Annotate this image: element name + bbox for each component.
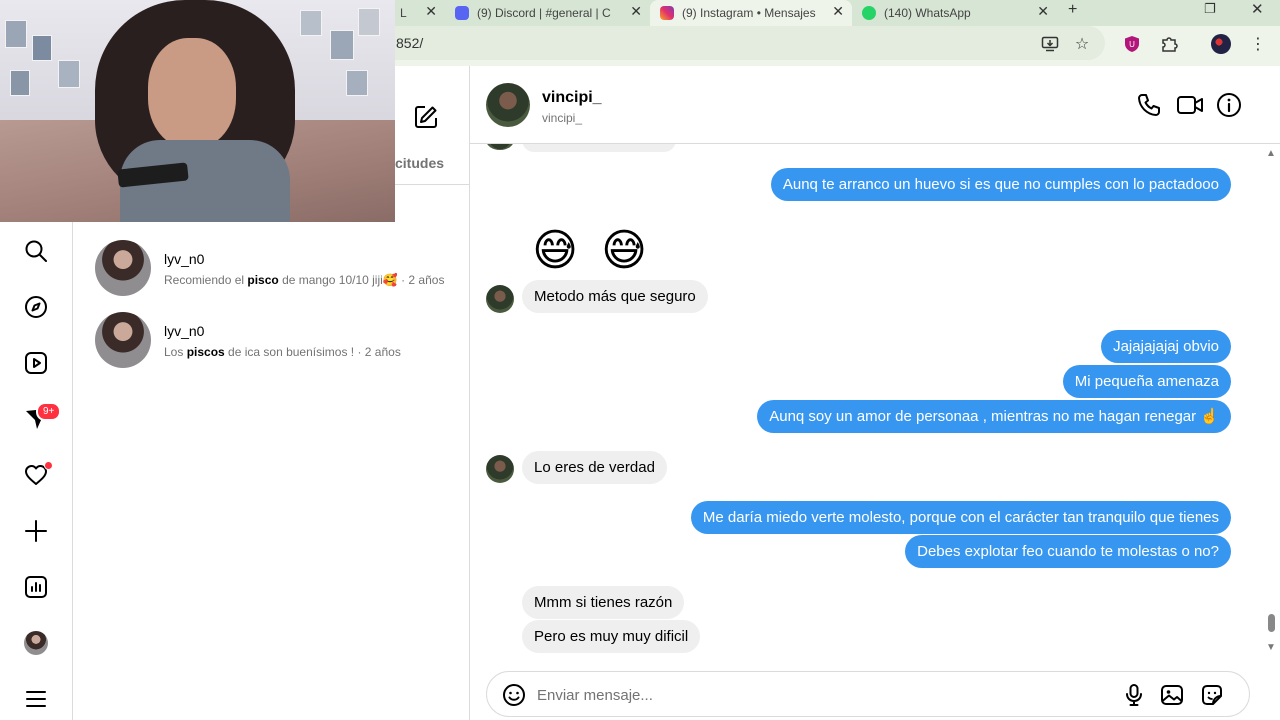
install-app-icon[interactable] <box>1040 34 1060 54</box>
discord-icon <box>455 6 469 20</box>
extensions-puzzle-icon[interactable] <box>1159 34 1179 54</box>
browser-tab-whatsapp[interactable]: (140) WhatsApp ✕ <box>852 0 1057 26</box>
restore-window-icon[interactable]: ❐ <box>1204 1 1216 17</box>
tab-title: (9) Instagram • Mensajes <box>682 6 816 20</box>
url-text[interactable]: 852/ <box>396 35 423 51</box>
new-message-compose-icon[interactable] <box>413 104 439 135</box>
conversation-item[interactable]: lyv_n0 Los piscos de ica son buenísimos … <box>73 312 470 384</box>
scroll-down-arrow-icon[interactable]: ▼ <box>1266 642 1276 653</box>
instagram-icon <box>660 6 674 20</box>
whatsapp-icon <box>862 6 876 20</box>
conversation-preview: Los piscos de ica son buenísimos ! · 2 a… <box>164 345 401 359</box>
wall-photo <box>10 70 30 96</box>
close-icon[interactable]: ✕ <box>425 3 437 20</box>
wall-photo <box>32 35 52 61</box>
menu-hamburger-icon[interactable] <box>18 681 54 717</box>
conversation-info-icon[interactable] <box>1216 92 1242 118</box>
new-tab-icon[interactable]: + <box>1068 1 1077 19</box>
chat-contact-username: vincipi_ <box>542 111 583 125</box>
bookmark-star-icon[interactable]: ☆ <box>1072 34 1092 54</box>
profile-avatar[interactable] <box>18 625 54 661</box>
close-icon[interactable]: ✕ <box>1037 3 1049 20</box>
chat-avatar[interactable] <box>486 83 530 127</box>
message-bubble-incoming[interactable]: Lo eres de verdad <box>522 451 667 484</box>
microphone-icon[interactable] <box>1122 683 1146 707</box>
message-bubble-outgoing[interactable]: Debes explotar feo cuando te molestas o … <box>905 535 1231 568</box>
message-composer <box>486 671 1250 717</box>
close-icon[interactable]: ✕ <box>832 3 844 20</box>
message-bubble-outgoing[interactable]: Aunq te arranco un huevo si es que no cu… <box>770 168 1231 201</box>
webcam-overlay <box>0 0 395 222</box>
emoji-reaction[interactable]: 😅 <box>597 224 651 278</box>
dashboard-icon[interactable] <box>18 569 54 605</box>
video-call-icon[interactable] <box>1176 92 1203 118</box>
tab-title: L <box>400 6 407 20</box>
reels-icon[interactable] <box>18 345 54 381</box>
message-bubble-outgoing[interactable]: Jajajajajaj obvio <box>1101 330 1231 363</box>
conversation-name: lyv_n0 <box>164 251 205 267</box>
browser-menu-icon[interactable]: ⋮ <box>1248 34 1268 54</box>
wall-photo <box>330 30 354 60</box>
tab-title: (140) WhatsApp <box>884 6 971 20</box>
sticker-icon[interactable] <box>1200 683 1224 707</box>
messages-badge: 9+ <box>36 402 62 421</box>
phone-call-icon[interactable] <box>1136 92 1162 118</box>
conversation-avatar <box>95 240 151 296</box>
scroll-up-arrow-icon[interactable]: ▲ <box>1266 148 1276 159</box>
wall-photo <box>58 60 80 88</box>
wall-photo <box>300 10 322 36</box>
scroll-thumb[interactable] <box>1268 614 1275 632</box>
profile-avatar-icon[interactable] <box>1211 34 1231 54</box>
svg-text:U: U <box>1129 40 1135 49</box>
close-icon[interactable]: ✕ <box>630 3 642 20</box>
requests-tab[interactable]: citudes <box>395 155 444 171</box>
message-bubble-incoming[interactable]: Metodo más que seguro <box>522 280 708 313</box>
chat-contact-name[interactable]: vincipi_ <box>542 89 602 107</box>
message-bubble-incoming[interactable]: Mmm si tienes razón <box>522 586 685 619</box>
wall-photo <box>5 20 27 48</box>
message-bubble-outgoing[interactable]: Aunq soy un amor de personaa , mientras … <box>757 400 1231 433</box>
tab-title: (9) Discord | #general | C <box>477 6 611 20</box>
webcam-person-face <box>148 38 236 148</box>
explore-icon[interactable] <box>18 289 54 325</box>
message-avatar <box>486 455 514 483</box>
conversation-name: lyv_n0 <box>164 323 205 339</box>
emoji-reaction[interactable]: 😅 <box>528 224 582 278</box>
message-bubble-outgoing[interactable]: Mi pequeña amenaza <box>1062 365 1231 398</box>
instagram-sidebar: 9+ <box>0 222 73 720</box>
create-plus-icon[interactable] <box>18 513 54 549</box>
message-bubble-incoming[interactable]: Pero es muy muy dificil <box>522 620 701 653</box>
wall-photo <box>358 8 380 36</box>
chat-header: vincipi_ vincipi_ <box>470 66 1280 144</box>
browser-tab-instagram[interactable]: (9) Instagram • Mensajes ✕ <box>650 0 852 26</box>
chat-scrollbar[interactable]: ▲ ▼ <box>1262 144 1280 664</box>
wall-photo <box>346 70 368 96</box>
notification-dot <box>44 461 53 470</box>
close-window-icon[interactable]: ✕ <box>1251 0 1264 18</box>
conversation-avatar <box>95 312 151 368</box>
message-input[interactable] <box>537 685 1097 705</box>
browser-tab-discord[interactable]: (9) Discord | #general | C ✕ <box>445 0 650 26</box>
emoji-picker-icon[interactable] <box>502 683 526 707</box>
extension-shield-icon[interactable]: U <box>1122 34 1142 54</box>
message-bubble-outgoing[interactable]: Me daría miedo verte molesto, porque con… <box>690 501 1231 534</box>
search-icon[interactable] <box>18 233 54 269</box>
conversation-preview: Recomiendo el pisco de mango 10/10 jiji🥰… <box>164 273 445 287</box>
conversation-item[interactable]: lyv_n0 Recomiendo el pisco de mango 10/1… <box>73 240 470 312</box>
image-upload-icon[interactable] <box>1160 683 1184 707</box>
chat-panel: vincipi_ vincipi_ Aunq te arranco un hue… <box>470 66 1280 720</box>
message-avatar <box>486 285 514 313</box>
